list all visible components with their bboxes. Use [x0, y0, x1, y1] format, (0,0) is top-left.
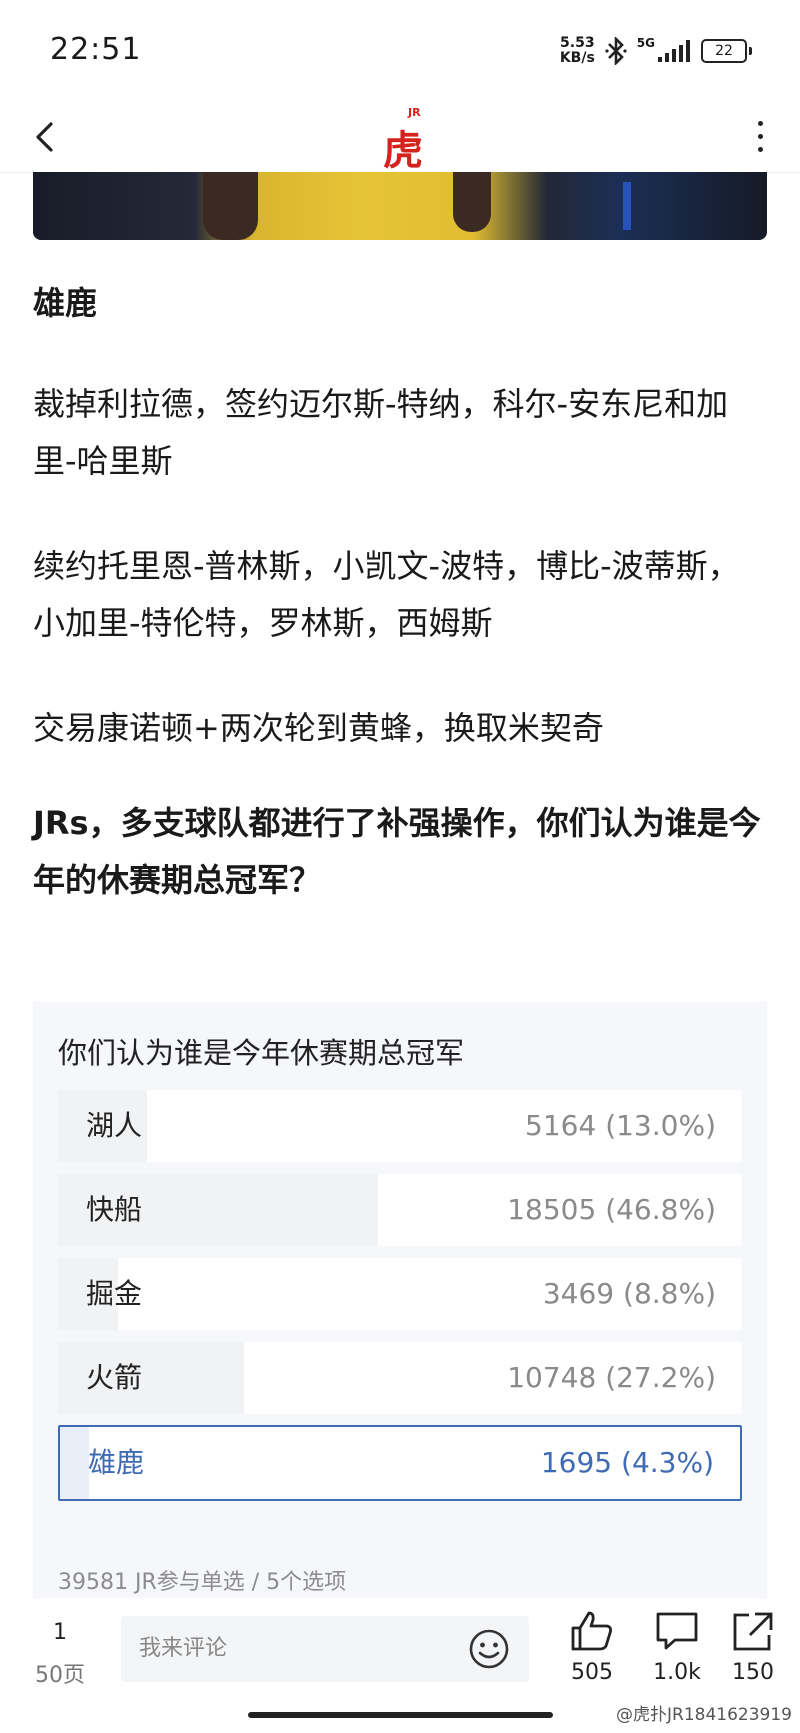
network-speed-unit: KB/s	[559, 50, 595, 66]
team-heading: 雄鹿	[33, 284, 98, 322]
article-question: JRs，多支球队都进行了补强操作，你们认为谁是今年的休赛期总冠军？	[33, 804, 761, 899]
poll-option-count: 18505 (46.8%)	[507, 1193, 716, 1226]
hupu-logo: JR 虎扑	[368, 104, 432, 232]
signal-icon	[657, 39, 691, 63]
back-button[interactable]	[22, 112, 72, 162]
more-dot-icon	[757, 120, 763, 126]
battery-icon: 22	[701, 39, 752, 63]
poll-option-label: 雄鹿	[88, 1446, 145, 1479]
poll-option-label: 快船	[86, 1193, 143, 1226]
more-dot-icon	[757, 133, 763, 139]
article-paragraph: 交易康诺顿+两次轮到黄蜂，换取米契奇	[33, 709, 604, 747]
bluetooth-icon	[605, 37, 627, 65]
comment-button[interactable]: 1.0k	[642, 1610, 712, 1685]
poll-option[interactable]: 快船 18505 (46.8%)	[58, 1174, 742, 1246]
network-speed: 5.53 KB/s	[560, 36, 595, 66]
poll-footer: 39581 JR参与单选 / 5个选项	[58, 1570, 347, 1595]
thumbs-up-icon	[571, 1611, 612, 1651]
emoji-icon[interactable]	[467, 1627, 511, 1671]
status-time: 22:51	[50, 32, 142, 67]
like-button[interactable]: 505	[557, 1610, 627, 1685]
battery-level: 22	[701, 39, 747, 63]
poll-option-label: 火箭	[86, 1361, 143, 1394]
status-bar: 22:51 5.53 KB/s 5G 22	[0, 0, 800, 100]
comment-bubble-icon	[656, 1612, 698, 1650]
poll-option[interactable]: 湖人 5164 (13.0%)	[58, 1090, 742, 1162]
network-speed-value: 5.53	[560, 35, 595, 51]
share-button[interactable]: 150	[718, 1610, 788, 1685]
total-pages: 50页	[35, 1663, 85, 1688]
chevron-left-icon	[36, 122, 53, 152]
poll-title: 你们认为谁是今年休赛期总冠军	[58, 1036, 465, 1070]
poll-option[interactable]: 火箭 10748 (27.2%)	[58, 1342, 742, 1414]
comment-placeholder: 我来评论	[139, 1636, 228, 1661]
poll-option-bar	[60, 1427, 90, 1499]
more-dot-icon	[757, 146, 763, 152]
current-page: 1	[53, 1620, 67, 1645]
article-paragraph: 续约托里恩-普林斯，小凯文-波特，博比-波蒂斯，小加里-特伦特，罗林斯，西姆斯	[33, 547, 740, 642]
poll-option-count: 1695 (4.3%)	[540, 1446, 714, 1479]
article-image[interactable]	[33, 172, 767, 240]
network-type: 5G	[636, 36, 655, 50]
poll-option-label: 湖人	[86, 1109, 143, 1142]
page-indicator[interactable]: 1 50页	[35, 1620, 85, 1689]
article-body: 雄鹿 裁掉利拉德，签约迈尔斯-特纳，科尔-安东尼和加里-哈里斯 续约托里恩-普林…	[33, 275, 768, 909]
watermark: @虎扑JR1841623919	[616, 1705, 792, 1725]
poll-option-selected[interactable]: 雄鹿 1695 (4.3%)	[58, 1425, 742, 1501]
comment-count: 1.0k	[653, 1660, 701, 1685]
like-count: 505	[571, 1660, 613, 1685]
comment-input[interactable]: 我来评论	[121, 1616, 529, 1682]
more-options-button[interactable]	[740, 110, 780, 162]
home-indicator[interactable]	[248, 1712, 553, 1718]
status-icons: 5.53 KB/s 5G 22	[560, 36, 752, 66]
article-paragraph: 裁掉利拉德，签约迈尔斯-特纳，科尔-安东尼和加里-哈里斯	[33, 385, 729, 480]
poll-option-label: 掘金	[86, 1277, 143, 1310]
poll-option-count: 3469 (8.8%)	[542, 1277, 716, 1310]
share-icon	[733, 1612, 773, 1651]
app-header: JR 虎扑	[0, 100, 800, 232]
share-count: 150	[732, 1660, 774, 1685]
poll-option[interactable]: 掘金 3469 (8.8%)	[58, 1258, 742, 1330]
bottom-action-bar: 1 50页 我来评论 505 1.0k 150	[0, 1598, 800, 1708]
poll-option-count: 10748 (27.2%)	[507, 1361, 716, 1394]
poll-card: 你们认为谁是今年休赛期总冠军 湖人 5164 (13.0%) 快船 18505 …	[33, 1002, 767, 1598]
poll-option-count: 5164 (13.0%)	[525, 1109, 716, 1142]
